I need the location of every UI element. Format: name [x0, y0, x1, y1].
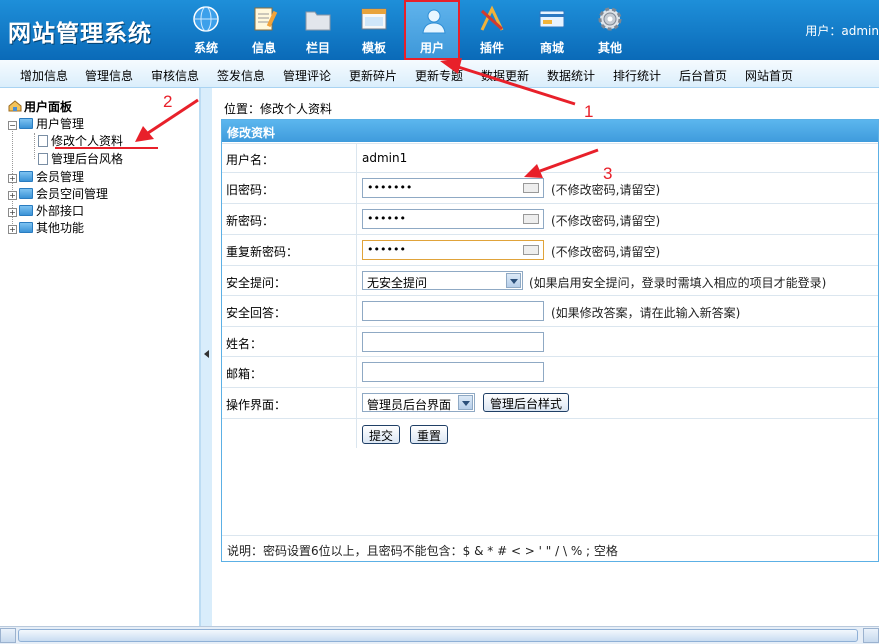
subnav-data-stats[interactable]: 数据统计 [547, 67, 595, 84]
subnav-update-topics[interactable]: 更新专题 [415, 67, 463, 84]
tree-item-member-space[interactable]: + 会员空间管理 [8, 185, 108, 201]
annotation-label-3: 3 [603, 164, 613, 183]
row-new-password: 新密码： •••••• (不修改密码,请留空) [222, 203, 878, 234]
admin-style-button[interactable]: 管理后台样式 [483, 393, 570, 412]
gear-icon [598, 7, 622, 31]
current-user: 用户：admin [805, 24, 879, 38]
folder-icon [19, 222, 33, 233]
page-icon [38, 153, 48, 165]
subnav-site-home[interactable]: 网站首页 [745, 67, 793, 84]
subnav-sign-info[interactable]: 签发信息 [217, 67, 265, 84]
row-email: 邮箱： [222, 356, 878, 387]
subnav-data-update[interactable]: 数据更新 [481, 67, 529, 84]
scroll-thumb[interactable] [18, 629, 858, 642]
collapse-icon[interactable]: − [8, 121, 17, 130]
ui-select[interactable]: 管理员后台界面 [362, 393, 475, 412]
nav-user[interactable]: 用户 [404, 0, 460, 60]
folder-icon [305, 11, 331, 31]
page-icon [38, 135, 48, 147]
sidebar-title: 用户面板 [8, 98, 72, 115]
subnav-review-info[interactable]: 审核信息 [151, 67, 199, 84]
chevron-down-icon[interactable] [458, 395, 473, 410]
user-icon [422, 9, 446, 34]
keyboard-icon[interactable] [523, 214, 539, 224]
nav-template[interactable]: 模板 [346, 0, 402, 60]
expand-icon[interactable]: + [8, 225, 17, 234]
form-title: 修改资料 [222, 120, 878, 142]
row-username: 用户名： admin1 [222, 143, 878, 172]
annotation-label-1: 1 [584, 102, 594, 121]
reset-button[interactable]: 重置 [410, 425, 449, 444]
folder-icon [19, 171, 33, 182]
keyboard-icon[interactable] [523, 183, 539, 193]
name-input[interactable] [362, 332, 544, 352]
edit-profile-form: 修改资料 用户名： admin1 旧密码： ••••••• (不修改密码,请留空… [221, 119, 879, 562]
app-logo: 网站管理系统 [8, 21, 152, 47]
subnav-update-fragments[interactable]: 更新碎片 [349, 67, 397, 84]
row-actions: 提交 重置 [222, 418, 878, 448]
globe-icon [193, 6, 219, 32]
row-security-question: 安全提问： 无安全提问 (如果启用安全提问，登录时需填入相应的项目才能登录) [222, 265, 878, 295]
password-note: 说明：密码设置6位以上，且密码不能包含：$ & * # < > ' " / \ … [222, 535, 878, 561]
nav-plugin[interactable]: 插件 [464, 0, 520, 60]
expand-icon[interactable]: + [8, 208, 17, 217]
sub-nav: 增加信息 管理信息 审核信息 签发信息 管理评论 更新碎片 更新专题 数据更新 … [0, 60, 879, 88]
nav-other[interactable]: 其他 [582, 0, 638, 60]
subnav-manage-comments[interactable]: 管理评论 [283, 67, 331, 84]
subnav-admin-home[interactable]: 后台首页 [679, 67, 727, 84]
tree-item-other-functions[interactable]: + 其他功能 [8, 219, 84, 235]
subnav-rank-stats[interactable]: 排行统计 [613, 67, 661, 84]
submit-button[interactable]: 提交 [362, 425, 401, 444]
main-content: 位置：修改个人资料 修改资料 用户名： admin1 旧密码： ••••••• … [212, 88, 879, 626]
row-repeat-password: 重复新密码： •••••• (不修改密码,请留空) [222, 234, 878, 265]
chevron-down-icon[interactable] [506, 273, 521, 288]
tree-line [34, 133, 35, 159]
keyboard-icon[interactable] [523, 245, 539, 255]
tree-item-external-api[interactable]: + 外部接口 [8, 202, 84, 218]
expand-icon[interactable]: + [8, 174, 17, 183]
row-old-password: 旧密码： ••••••• (不修改密码,请留空) [222, 172, 878, 203]
folder-icon [19, 205, 33, 216]
tree-item-admin-style[interactable]: 管理后台风格 [38, 150, 123, 166]
nav-info[interactable]: 信息 [236, 0, 292, 60]
nav-mall[interactable]: 商城 [524, 0, 580, 60]
sidebar-splitter[interactable] [200, 88, 212, 626]
tree-item-member-manage[interactable]: + 会员管理 [8, 168, 84, 184]
breadcrumb: 位置：修改个人资料 [224, 102, 333, 116]
row-ui: 操作界面： 管理员后台界面 管理后台样式 [222, 387, 878, 418]
security-answer-input[interactable] [362, 301, 544, 321]
subnav-add-info[interactable]: 增加信息 [20, 67, 68, 84]
new-password-input[interactable]: •••••• [362, 209, 544, 229]
row-name: 姓名： [222, 326, 878, 356]
tools-icon [480, 5, 504, 31]
security-question-select[interactable]: 无安全提问 [362, 271, 523, 290]
collapse-arrow-icon[interactable] [204, 350, 209, 358]
scroll-right-icon[interactable] [863, 628, 879, 643]
sidebar: 用户面板 − 用户管理 修改个人资料 管理后台风格 + 会员管理 + 会员空间管理 +… [0, 88, 200, 626]
top-header: 网站管理系统 系统 信息 栏目 模板 用户 插件 商城 其他 用户：admin [0, 0, 879, 60]
card-icon [539, 10, 565, 28]
horizontal-scrollbar[interactable] [0, 626, 879, 644]
folder-icon [19, 188, 33, 199]
tree-item-user-manage[interactable]: − 用户管理 [8, 115, 84, 131]
nav-column[interactable]: 栏目 [290, 0, 346, 60]
nav-system[interactable]: 系统 [178, 0, 234, 60]
tree-item-edit-profile[interactable]: 修改个人资料 [38, 132, 123, 148]
folder-icon [19, 118, 33, 129]
expand-icon[interactable]: + [8, 191, 17, 200]
subnav-manage-info[interactable]: 管理信息 [85, 67, 133, 84]
notepad-icon [254, 7, 278, 31]
home-icon [8, 100, 22, 112]
old-password-input[interactable]: ••••••• [362, 178, 544, 198]
email-input[interactable] [362, 362, 544, 382]
row-security-answer: 安全回答： (如果修改答案，请在此输入新答案) [222, 295, 878, 326]
window-icon [361, 8, 387, 30]
annotation-label-2: 2 [163, 92, 173, 111]
username-value: admin1 [362, 151, 408, 165]
repeat-password-input[interactable]: •••••• [362, 240, 544, 260]
scroll-left-icon[interactable] [0, 628, 16, 643]
